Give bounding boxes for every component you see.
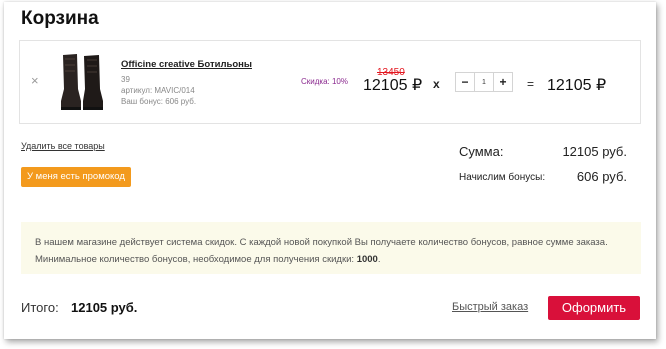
discount-notice: В нашем магазине действует система скидо… xyxy=(21,222,641,274)
cart-window: Корзина × Officine creative Ботильоны 39… xyxy=(4,2,656,339)
product-size: 39 xyxy=(121,75,130,84)
remove-all-link[interactable]: Удалить все товары xyxy=(21,141,105,151)
bonus-value: 606 руб. xyxy=(576,169,627,184)
quantity-value[interactable]: 1 xyxy=(474,73,494,91)
notice-amount: 1000 xyxy=(356,254,378,265)
quick-order-link[interactable]: Быстрый заказ xyxy=(452,301,528,313)
quantity-stepper: − 1 + xyxy=(455,72,513,92)
line-total: 12105 ₽ xyxy=(547,77,607,94)
checkout-button[interactable]: Оформить xyxy=(548,296,640,320)
total-label: Итого: xyxy=(21,300,59,315)
discount-label: Скидка: 10% xyxy=(301,77,348,86)
product-bonus: Ваш бонус: 606 руб. xyxy=(121,97,197,106)
page-title: Корзина xyxy=(21,8,99,29)
cart-item-row: × Officine creative Ботильоны 39 артикул… xyxy=(19,40,641,124)
increase-quantity-button[interactable]: + xyxy=(494,73,512,91)
notice-text: В нашем магазине действует система скидо… xyxy=(35,237,608,265)
product-name-link[interactable]: Officine creative Ботильоны xyxy=(121,59,252,70)
close-icon[interactable]: × xyxy=(31,74,39,87)
decrease-quantity-button[interactable]: − xyxy=(456,73,474,91)
sum-value: 12105 руб. xyxy=(562,144,627,159)
promo-code-button[interactable]: У меня есть промокод xyxy=(21,167,131,187)
multiply-sign: x xyxy=(433,77,440,91)
bonus-label: Начислим бонусы: xyxy=(459,172,546,183)
product-image[interactable] xyxy=(57,51,107,113)
sum-label: Сумма: xyxy=(459,144,504,159)
notice-end: . xyxy=(377,254,381,265)
product-article: артикул: MAVIC/014 xyxy=(121,86,195,95)
equals-sign: = xyxy=(527,77,535,91)
total-value: 12105 руб. xyxy=(71,300,138,315)
unit-price: 12105 ₽ xyxy=(363,77,423,94)
